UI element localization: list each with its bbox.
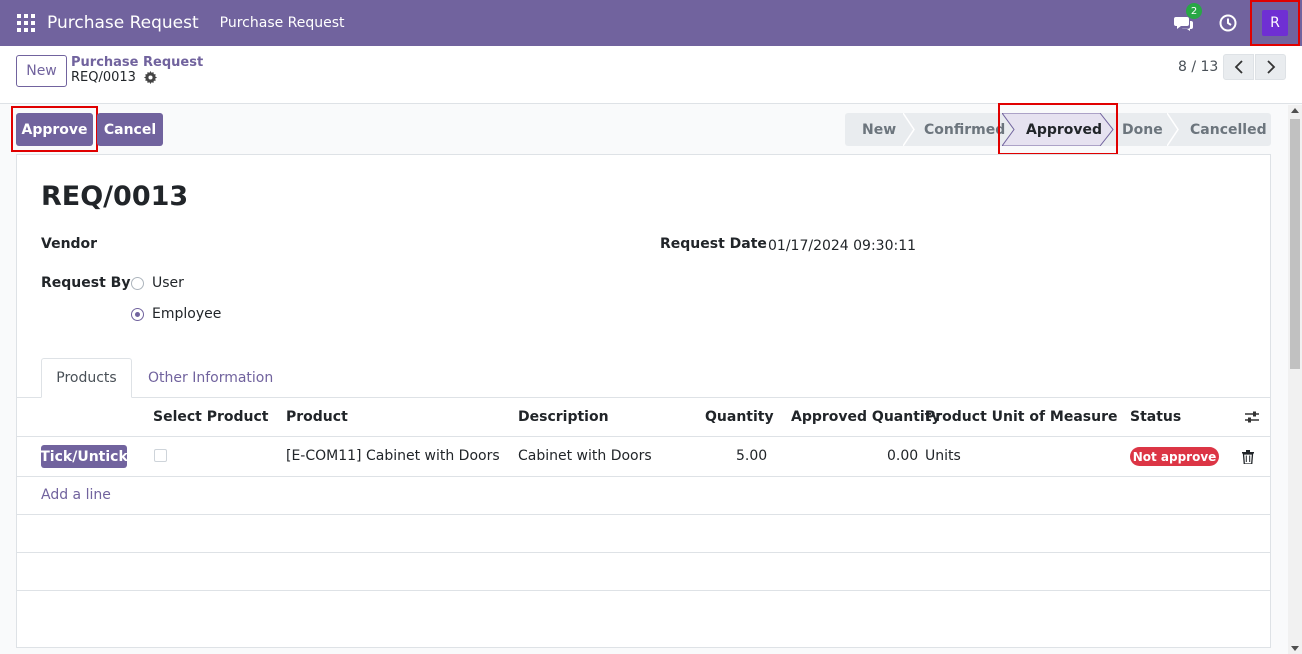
tab-other-information[interactable]: Other Information <box>148 358 273 398</box>
radio-employee-label[interactable]: Employee <box>152 306 221 322</box>
request-date-label: Request Date <box>660 236 767 252</box>
apps-menu-icon[interactable] <box>17 14 35 32</box>
stage-confirmed[interactable]: Confirmed <box>924 113 1005 146</box>
stage-cancelled[interactable]: Cancelled <box>1190 113 1267 146</box>
breadcrumb-current-label: REQ/0013 <box>71 70 136 85</box>
chevron-left-icon <box>1234 60 1243 74</box>
column-settings-icon[interactable] <box>1244 410 1260 424</box>
cell-product[interactable]: [E-COM11] Cabinet with Doors <box>286 448 500 464</box>
table-header: Select Product Product Description Quant… <box>17 398 1270 437</box>
pager-previous-button[interactable] <box>1223 54 1254 80</box>
cell-description[interactable]: Cabinet with Doors <box>518 448 652 464</box>
empty-row <box>17 553 1270 591</box>
col-approved-quantity[interactable]: Approved Quantity <box>791 409 941 425</box>
form-statusbar: Approve Cancel New Confirmed Approved Do… <box>0 103 1288 155</box>
empty-row <box>17 515 1270 553</box>
breadcrumb-parent[interactable]: Purchase Request <box>71 55 203 70</box>
activity-clock-icon[interactable] <box>1218 13 1238 33</box>
chat-icon[interactable]: 2 <box>1174 3 1202 33</box>
radio-user[interactable] <box>131 277 144 290</box>
cancel-button[interactable]: Cancel <box>97 113 163 146</box>
empty-row <box>17 477 1270 515</box>
breadcrumb-current: REQ/0013 <box>71 70 157 85</box>
radio-user-label[interactable]: User <box>152 275 184 291</box>
nav-menu-purchase-request[interactable]: Purchase Request <box>220 15 345 31</box>
pager-value[interactable]: 8 / 13 <box>1178 59 1218 75</box>
stage-new[interactable]: New <box>862 113 896 146</box>
vendor-label: Vendor <box>41 236 98 252</box>
trash-icon[interactable] <box>1242 450 1254 464</box>
cell-quantity[interactable]: 5.00 <box>736 448 767 464</box>
cell-uom[interactable]: Units <box>925 448 961 464</box>
col-quantity[interactable]: Quantity <box>705 409 774 425</box>
page-scrollbar[interactable] <box>1288 105 1302 654</box>
col-product[interactable]: Product <box>286 409 348 425</box>
navbar-systray: 2 R <box>1174 0 1302 46</box>
stage-done[interactable]: Done <box>1122 113 1163 146</box>
radio-employee[interactable] <box>131 308 144 321</box>
request-date-value[interactable]: 01/17/2024 09:30:11 <box>768 238 916 254</box>
cell-approved-quantity[interactable]: 0.00 <box>887 448 918 464</box>
chevron-right-icon <box>1266 60 1275 74</box>
scroll-down-arrow-icon[interactable] <box>1291 646 1299 651</box>
chat-count-badge: 2 <box>1186 3 1202 19</box>
col-status[interactable]: Status <box>1130 409 1181 425</box>
app-title[interactable]: Purchase Request <box>47 13 199 33</box>
col-select-product[interactable]: Select Product <box>153 409 269 425</box>
status-badge: Not approve <box>1130 447 1219 466</box>
col-uom[interactable]: Product Unit of Measure <box>925 409 1118 425</box>
top-navbar: Purchase Request Purchase Request 2 R <box>0 0 1302 46</box>
stage-separator <box>1167 113 1179 146</box>
tab-products[interactable]: Products <box>41 358 132 398</box>
vendor-field[interactable] <box>131 236 631 256</box>
approved-stage-highlight <box>998 103 1118 155</box>
record-title: REQ/0013 <box>41 181 189 212</box>
control-panel: New Purchase Request REQ/0013 8 / 13 <box>0 46 1302 104</box>
scroll-up-arrow-icon[interactable] <box>1291 108 1299 113</box>
notebook-tabs: Products Other Information <box>17 358 1270 398</box>
request-by-label: Request By <box>41 275 131 291</box>
approve-button[interactable]: Approve <box>16 113 93 146</box>
user-menu[interactable]: R <box>1250 0 1300 46</box>
select-product-checkbox[interactable] <box>154 449 167 462</box>
pager-next-button[interactable] <box>1255 54 1286 80</box>
col-description[interactable]: Description <box>518 409 609 425</box>
scroll-thumb[interactable] <box>1290 119 1300 369</box>
stage-separator <box>903 113 915 146</box>
new-button[interactable]: New <box>16 55 67 87</box>
tick-untick-button[interactable]: Tick/Untick <box>40 445 128 468</box>
table-row[interactable]: Tick/Untick [E-COM11] Cabinet with Doors… <box>17 437 1270 477</box>
form-sheet: REQ/0013 Vendor Request Date 01/17/2024 … <box>16 154 1271 648</box>
gear-icon[interactable] <box>143 71 157 84</box>
avatar[interactable]: R <box>1262 10 1288 36</box>
